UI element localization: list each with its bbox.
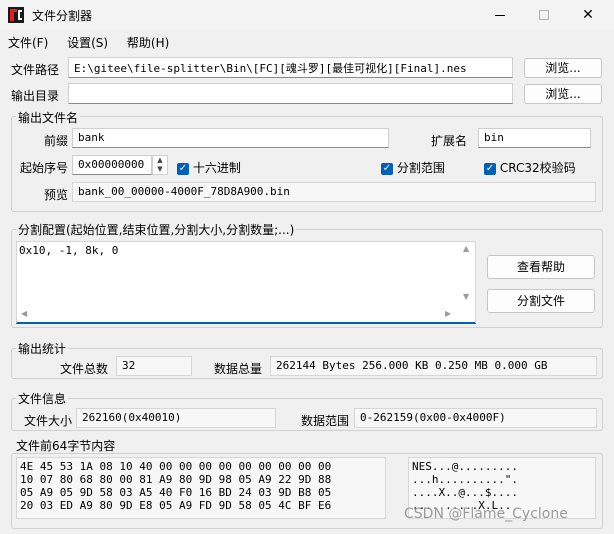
ext-label: 扩展名 — [431, 134, 468, 148]
file-size-field: 262160(0x40010) — [76, 408, 276, 428]
title-bar: 文件分割器 ✕ — [0, 0, 614, 30]
start-index-label: 起始序号 — [20, 161, 69, 175]
close-button[interactable]: ✕ — [578, 5, 598, 25]
split-config-editor[interactable]: 0x10, -1, 8k, 0 ▲ ▼ ◀ ▶ — [16, 241, 476, 324]
watermark-text: CSDN @Flame_Cyclone — [404, 506, 568, 522]
preview-label: 预览 — [44, 188, 69, 202]
preview-field: bank_00_00000-4000F_78D8A900.bin — [72, 182, 596, 202]
hex-line: 05 A9 05 9D 58 03 A5 40 F0 16 BD 24 03 9… — [20, 486, 332, 499]
hex-line: 10 07 80 68 80 00 81 A9 80 9D 98 05 A9 2… — [20, 473, 332, 486]
ascii-line: ...h..........". — [412, 473, 518, 486]
app-logo-icon — [8, 7, 24, 23]
hex-line: 4E 45 53 1A 08 10 40 00 00 00 00 00 00 0… — [20, 460, 332, 473]
output-dir-input[interactable] — [68, 83, 513, 104]
output-dir-label: 输出目录 — [11, 89, 60, 103]
output-name-group-title: 输出文件名 — [16, 109, 81, 126]
file-path-browse-button[interactable]: 浏览... — [524, 58, 602, 78]
scroll-left-icon[interactable]: ◀ — [21, 309, 27, 318]
menu-settings[interactable]: 设置(S) — [67, 36, 108, 50]
spin-down-icon[interactable]: ▼ — [153, 165, 167, 174]
file-path-input[interactable]: E:\gitee\file-splitter\Bin\[FC][魂斗罗][最佳可… — [68, 57, 513, 78]
window-title: 文件分割器 — [32, 9, 93, 23]
view-help-button[interactable]: 查看帮助 — [487, 255, 595, 279]
maximize-button[interactable] — [534, 5, 554, 25]
data-range-field: 0-262159(0x00-0x4000F) — [354, 408, 597, 428]
data-range-label: 数据范围 — [301, 414, 350, 428]
ascii-line: NES...@......... — [412, 460, 518, 473]
hex-dump-box: 4E 45 53 1A 08 10 40 00 00 00 00 00 00 0… — [16, 457, 386, 519]
total-size-field: 262144 Bytes 256.000 KB 0.250 MB 0.000 G… — [270, 356, 597, 376]
vertical-scrollbar[interactable]: ▲ ▼ — [459, 242, 475, 306]
crc-checkbox-label: CRC32校验码 — [499, 161, 576, 175]
start-index-spinner[interactable]: ▲ ▼ — [152, 155, 168, 175]
range-checkbox[interactable]: ✓ 分割范围 — [381, 159, 445, 176]
ascii-line: ....X..@...$.... — [412, 486, 518, 499]
scroll-up-icon[interactable]: ▲ — [463, 244, 469, 253]
hex-checkbox-label: 十六进制 — [192, 161, 241, 175]
total-files-field: 32 — [116, 356, 192, 376]
stats-group-title: 输出统计 — [16, 340, 69, 357]
crc-checkbox[interactable]: ✓ CRC32校验码 — [484, 159, 576, 176]
ext-input[interactable]: bin — [478, 128, 591, 148]
check-icon: ✓ — [381, 162, 393, 175]
file-info-group-title: 文件信息 — [16, 390, 69, 407]
minimize-button[interactable] — [490, 5, 510, 25]
scroll-down-icon[interactable]: ▼ — [463, 292, 469, 301]
total-size-label: 数据总量 — [214, 362, 263, 376]
prefix-input[interactable]: bank — [72, 128, 389, 148]
close-icon: ✕ — [582, 7, 594, 23]
bytes-label: 文件前64字节内容 — [16, 439, 116, 453]
scroll-right-icon[interactable]: ▶ — [445, 309, 451, 318]
hex-checkbox[interactable]: ✓ 十六进制 — [177, 159, 241, 176]
output-dir-browse-button[interactable]: 浏览... — [524, 84, 602, 104]
split-config-text: 0x10, -1, 8k, 0 — [19, 244, 119, 257]
minimize-icon — [495, 15, 505, 16]
maximize-icon — [539, 10, 549, 20]
file-size-label: 文件大小 — [24, 414, 73, 428]
prefix-label: 前缀 — [44, 134, 69, 148]
split-config-group-title: 分割配置(起始位置,结束位置,分割大小,分割数量;...) — [16, 221, 297, 238]
total-files-label: 文件总数 — [60, 362, 109, 376]
menu-bar: 文件(F) 设置(S) 帮助(H) — [8, 34, 184, 51]
check-icon: ✓ — [484, 162, 496, 175]
start-index-input[interactable]: 0x00000000 — [72, 155, 152, 175]
menu-help[interactable]: 帮助(H) — [127, 36, 169, 50]
range-checkbox-label: 分割范围 — [396, 161, 445, 175]
split-file-button[interactable]: 分割文件 — [487, 289, 595, 313]
hex-line: 20 03 ED A9 80 9D E8 05 A9 FD 9D 58 05 4… — [20, 499, 332, 512]
menu-file[interactable]: 文件(F) — [8, 36, 48, 50]
file-path-label: 文件路径 — [11, 63, 60, 77]
spin-up-icon[interactable]: ▲ — [153, 156, 167, 165]
check-icon: ✓ — [177, 162, 189, 175]
horizontal-scrollbar[interactable]: ◀ ▶ — [17, 306, 459, 322]
